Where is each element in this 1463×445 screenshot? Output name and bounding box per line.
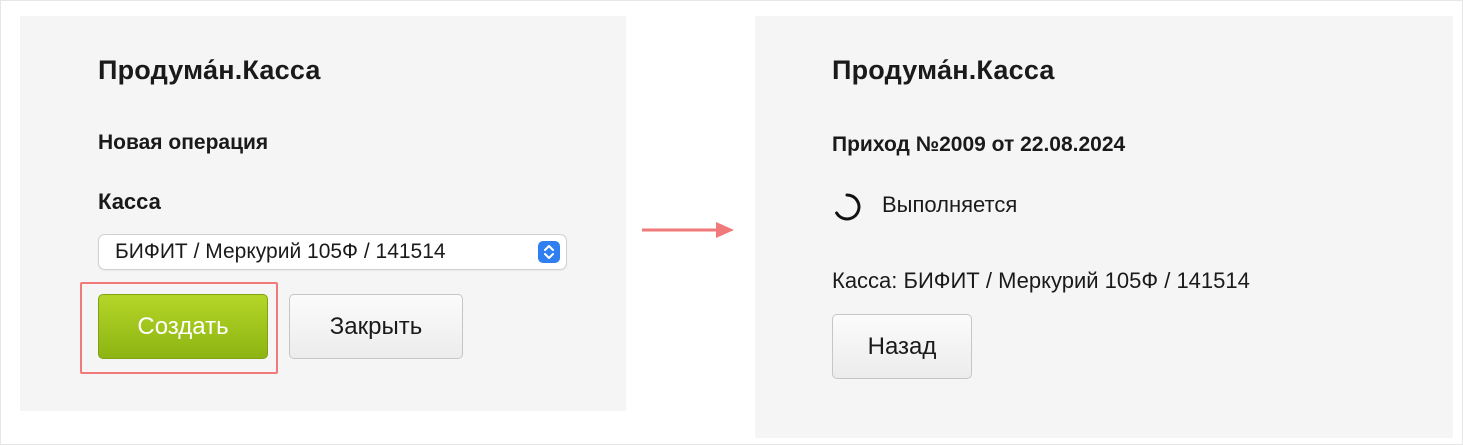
- operation-title: Приход №2009 от 22.08.2024: [832, 133, 1126, 156]
- new-operation-panel: Продума́н.Касса Новая операция Касса БИФ…: [20, 16, 626, 411]
- register-select[interactable]: БИФИТ / Меркурий 105Ф / 141514: [99, 235, 566, 269]
- chevron-up-down-icon[interactable]: [538, 241, 560, 263]
- register-select-value: БИФИТ / Меркурий 105Ф / 141514: [115, 240, 446, 263]
- status-text: Выполняется: [882, 192, 1018, 217]
- register-label: Касса: [98, 189, 161, 214]
- operation-status-panel: Продума́н.Касса Приход №2009 от 22.08.20…: [755, 16, 1453, 438]
- arrow-right-icon: [642, 222, 734, 238]
- close-button[interactable]: Закрыть: [289, 294, 463, 359]
- page-title: Новая операция: [98, 131, 269, 154]
- back-button[interactable]: Назад: [832, 314, 972, 379]
- spinner-icon: [835, 193, 861, 221]
- register-info: Касса: БИФИТ / Меркурий 105Ф / 141514: [832, 268, 1250, 293]
- brand-title: Продума́н.Касса: [832, 55, 1055, 85]
- brand-title: Продума́н.Касса: [98, 55, 321, 85]
- screenshot-stage: Продума́н.Касса Новая операция Касса БИФ…: [0, 0, 1463, 445]
- create-button[interactable]: Создать: [98, 294, 268, 359]
